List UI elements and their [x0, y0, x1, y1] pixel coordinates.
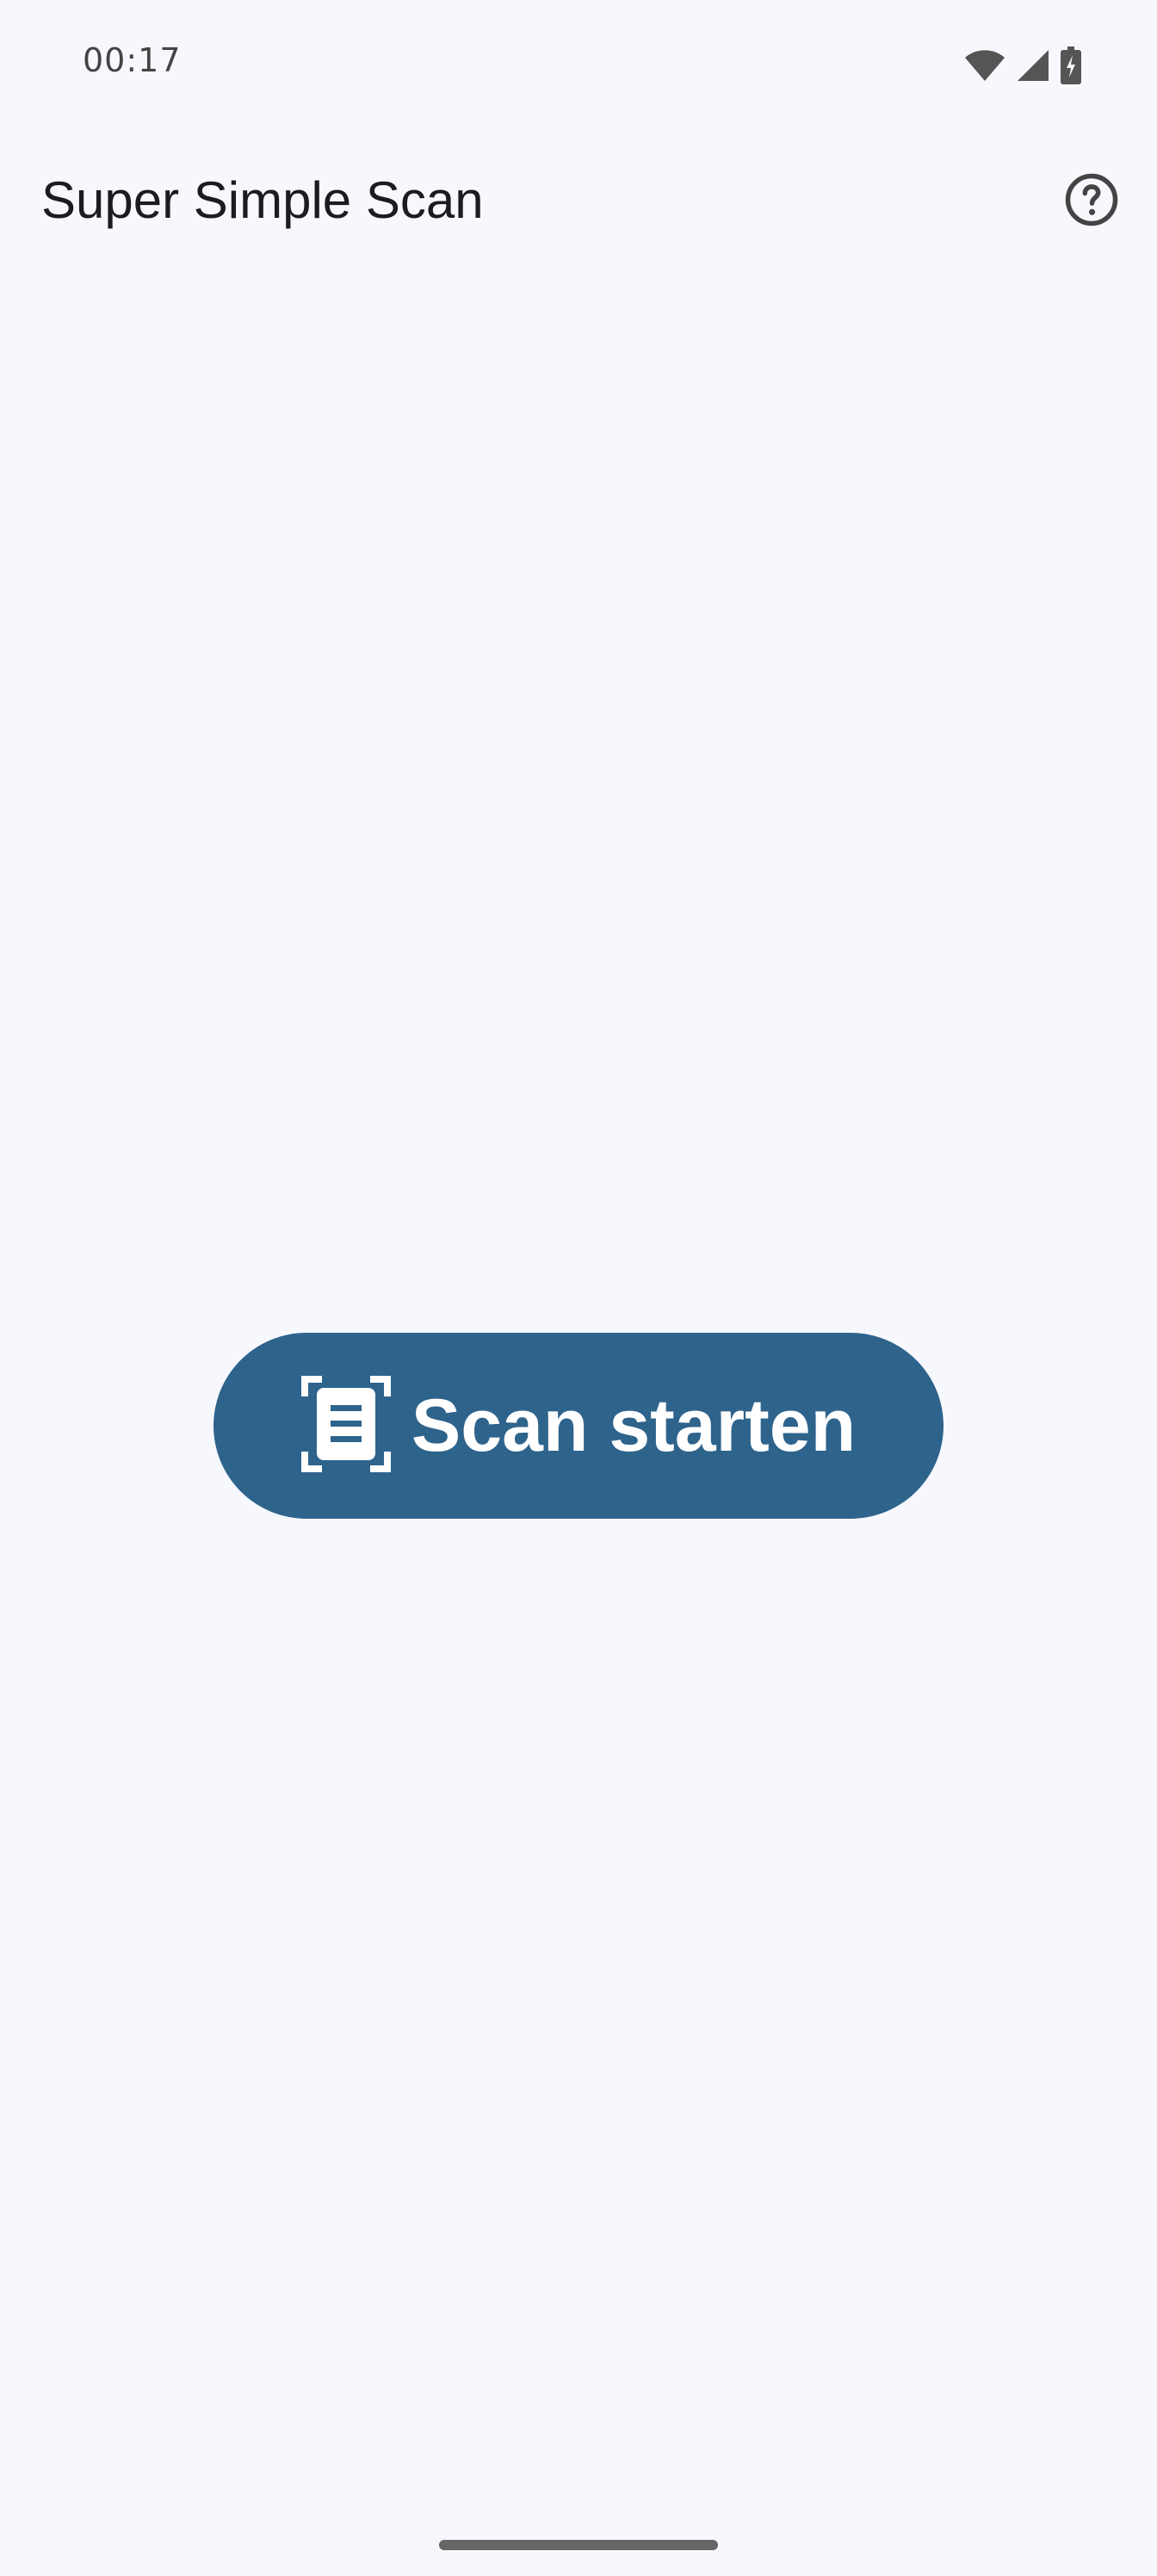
help-circle-icon	[1063, 171, 1120, 232]
scan-start-button[interactable]: Scan starten	[213, 1333, 944, 1519]
cellular-signal-icon	[1016, 48, 1050, 83]
status-bar: 00:17	[0, 0, 1157, 129]
help-button[interactable]	[1054, 164, 1129, 239]
document-scanner-icon	[300, 1376, 391, 1476]
status-time: 00:17	[83, 41, 182, 79]
app-title: Super Simple Scan	[41, 171, 484, 229]
top-app-bar: Super Simple Scan	[0, 146, 1157, 258]
battery-charging-icon	[1061, 46, 1081, 84]
status-icons	[964, 46, 1081, 84]
gesture-nav-handle[interactable]	[439, 2540, 718, 2550]
wifi-icon	[964, 48, 1005, 83]
scan-button-label: Scan starten	[411, 1384, 857, 1467]
app-screen: 00:17 Super Simple Scan Scan starten	[0, 0, 1157, 2576]
